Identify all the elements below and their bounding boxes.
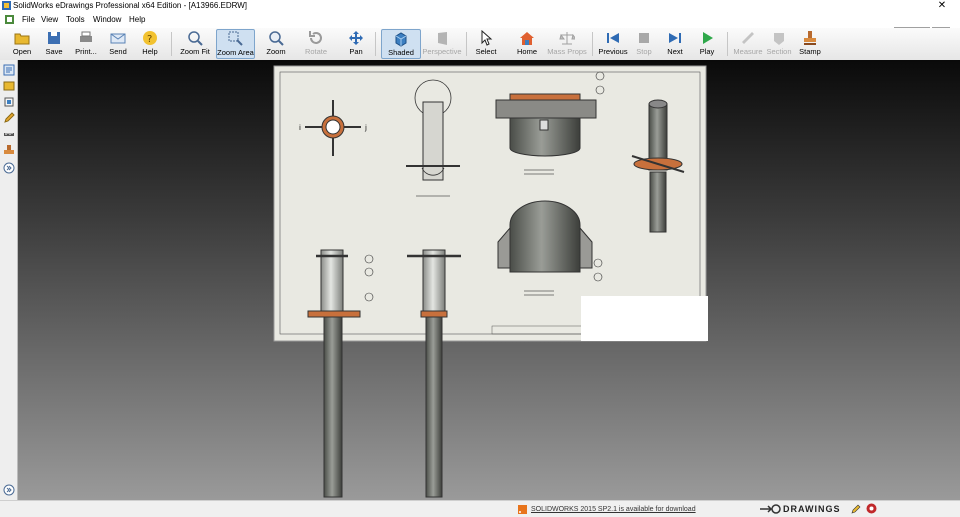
open-button[interactable]: Open [9, 29, 35, 59]
title-block-blank [581, 296, 708, 341]
perspective-icon [438, 32, 447, 45]
help-button[interactable]: ? Help [137, 29, 163, 59]
menu-help[interactable]: Help [129, 15, 145, 25]
send-button[interactable]: Send [105, 29, 131, 59]
save-button[interactable]: Save [41, 29, 67, 59]
home-icon [520, 32, 534, 45]
section-icon [774, 33, 784, 45]
send-mail-icon [110, 33, 126, 44]
window-close-button[interactable]: ✕ [924, 0, 960, 13]
rotate-button[interactable]: Rotate [301, 29, 331, 59]
app-icon [2, 1, 11, 10]
menu-tools[interactable]: Tools [66, 15, 85, 25]
edrawings-brand: DRAWINGS [783, 504, 841, 514]
help-icon: ? [143, 31, 157, 45]
stop-icon [639, 33, 649, 43]
status-bar: SOLIDWORKS 2015 SP2.1 is available for d… [0, 500, 960, 517]
zoom-area-icon [228, 31, 243, 46]
menu-window[interactable]: Window [93, 15, 121, 25]
play-icon [703, 32, 713, 44]
pointer-icon [481, 30, 493, 46]
menu-file[interactable]: File [22, 15, 35, 25]
measure-button[interactable]: Measure [732, 29, 764, 59]
print-button[interactable]: Print... [71, 29, 101, 59]
printer-icon [80, 31, 92, 42]
menu-view[interactable]: View [41, 15, 58, 25]
rss-feed-icon [518, 505, 527, 514]
shaded-cube-icon [395, 32, 407, 47]
toolbar-separator [727, 32, 728, 56]
graphics-viewport[interactable]: i j [18, 60, 960, 500]
previous-button[interactable]: Previous [598, 29, 628, 59]
previous-icon [607, 33, 619, 43]
perspective-button[interactable]: Perspective [422, 29, 462, 59]
mass-props-button[interactable]: Mass Props [547, 29, 587, 59]
expand-panel-bottom-icon[interactable] [3, 484, 15, 496]
toolbar-separator [171, 32, 172, 56]
play-button[interactable]: Play [694, 29, 720, 59]
measure-tool-icon[interactable] [3, 128, 15, 140]
main-toolbar: Open Save Print... Send ? Help Zoom Fit … [0, 28, 960, 61]
next-icon [669, 33, 681, 43]
menu-bar: File View Tools Window Help _ ❐ ✕ [0, 13, 960, 38]
zoom-button[interactable]: Zoom [262, 29, 290, 59]
window-title: SolidWorks eDrawings Professional x64 Ed… [13, 1, 248, 10]
svg-text:j: j [364, 124, 367, 132]
pan-arrows-icon [349, 31, 363, 45]
update-available-link[interactable]: SOLIDWORKS 2015 SP2.1 is available for d… [531, 505, 696, 514]
document-icon [5, 15, 14, 24]
zoom-icon [269, 31, 284, 46]
pan-button[interactable]: Pan [343, 29, 369, 59]
drawing-canvas[interactable]: i j [18, 60, 960, 500]
select-button[interactable]: Select [472, 29, 500, 59]
stamp-tool-icon[interactable] [3, 144, 15, 156]
rotate-icon [309, 31, 322, 44]
sheet-tree-icon[interactable] [3, 64, 15, 76]
svg-text:?: ? [147, 34, 152, 45]
expand-panel-icon[interactable] [3, 162, 15, 174]
zoom-fit-button[interactable]: Zoom Fit [178, 29, 212, 59]
save-icon [48, 32, 60, 44]
stamp-icon [804, 31, 816, 45]
shaded-button[interactable]: Shaded [381, 29, 421, 59]
stop-button[interactable]: Stop [632, 29, 656, 59]
folder-open-icon [14, 33, 30, 45]
component-icon[interactable] [3, 80, 15, 92]
toolbar-separator [592, 32, 593, 56]
svg-text:i: i [299, 124, 301, 132]
toolbar-separator [466, 32, 467, 56]
markup-status-icon[interactable] [851, 504, 861, 514]
markup-pen-icon[interactable] [3, 112, 15, 124]
measure-icon [742, 32, 754, 44]
next-button[interactable]: Next [662, 29, 688, 59]
collaboration-icon[interactable] [866, 503, 877, 514]
left-toolbar [0, 60, 18, 500]
zoom-fit-icon [188, 31, 203, 46]
home-button[interactable]: Home [513, 29, 541, 59]
zoom-area-button[interactable]: Zoom Area [216, 29, 255, 59]
section-button[interactable]: Section [766, 29, 792, 59]
toolbar-separator [375, 32, 376, 56]
stamp-button[interactable]: Stamp [797, 29, 823, 59]
scale-icon [559, 32, 575, 45]
title-bar: SolidWorks eDrawings Professional x64 Ed… [0, 0, 960, 14]
configuration-icon[interactable] [3, 96, 15, 108]
edrawings-logo-icon [760, 504, 781, 514]
